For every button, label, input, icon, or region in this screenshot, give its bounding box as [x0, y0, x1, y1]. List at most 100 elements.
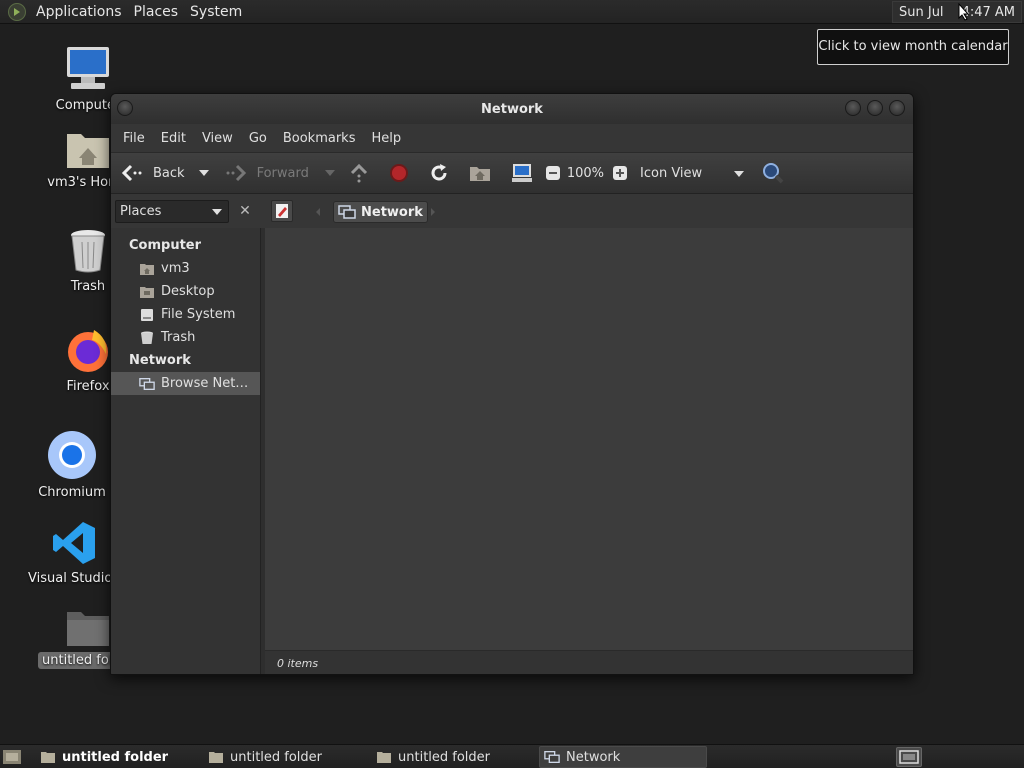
workspace-icon: [899, 750, 919, 764]
sidebar-item-desktop[interactable]: Desktop: [111, 280, 260, 303]
desktop-icon-label: Firefox: [66, 379, 110, 394]
menubar: File Edit View Go Bookmarks Help: [111, 124, 913, 152]
show-desktop-icon[interactable]: [2, 748, 22, 766]
home-folder-icon: [140, 263, 154, 275]
search-button[interactable]: [762, 162, 784, 184]
back-arrow-icon: [121, 164, 142, 182]
sidebar-heading-network: Network: [129, 353, 191, 368]
sidebar-type-select[interactable]: Places: [115, 200, 229, 223]
menu-go[interactable]: Go: [241, 131, 275, 146]
window-menu-button[interactable]: [117, 100, 133, 116]
chevron-down-icon: [734, 170, 745, 177]
toolbar: Back Forward 100% Icon View: [111, 152, 913, 194]
taskbar-item-label: untitled folder: [230, 749, 323, 765]
network-icon: [139, 377, 155, 390]
taskbar-item-label: Network: [566, 749, 621, 765]
up-arrow-icon: [350, 163, 367, 183]
zoom-out-button[interactable]: [545, 165, 561, 181]
pencil-icon: [276, 204, 288, 218]
computer-icon: [67, 47, 109, 89]
computer-icon: [511, 164, 532, 182]
places-menu[interactable]: Places: [130, 0, 187, 24]
menu-bookmarks[interactable]: Bookmarks: [275, 131, 364, 146]
path-button-network[interactable]: Network: [333, 201, 428, 223]
view-mode-select[interactable]: Icon View: [640, 165, 745, 181]
chromium-icon: [48, 431, 96, 479]
mouse-cursor-icon: [958, 3, 970, 21]
path-scroll-left-icon[interactable]: [316, 208, 320, 216]
desktop-icon-chromium[interactable]: Chromium: [22, 430, 122, 501]
taskbar-item[interactable]: untitled folder: [36, 746, 196, 768]
path-button-label: Network: [361, 204, 423, 220]
trash-icon: [141, 331, 153, 344]
taskbar-item[interactable]: untitled folder: [204, 746, 364, 768]
close-button[interactable]: [889, 100, 905, 116]
forward-arrow-icon: [226, 164, 246, 182]
chevron-down-icon: [324, 170, 335, 176]
sidebar-item-label: File System: [161, 307, 236, 322]
sidebar-item-label: Trash: [161, 330, 196, 345]
window-title: Network: [481, 101, 543, 117]
desktop-folder-icon: [140, 286, 154, 298]
desktop-icon-label: Trash: [70, 279, 106, 294]
home-button[interactable]: [469, 164, 491, 182]
drive-icon: [141, 308, 153, 321]
zoom-in-icon: [613, 166, 628, 180]
back-button[interactable]: Back: [121, 163, 185, 183]
path-scroll-right-icon[interactable]: [431, 208, 435, 216]
chevron-down-icon: [212, 209, 222, 215]
menu-edit[interactable]: Edit: [153, 131, 194, 146]
calendar-tooltip: Click to view month calendar: [817, 29, 1009, 65]
edit-location-button[interactable]: [271, 200, 293, 222]
sidebar-item-browse-network[interactable]: Browse Net…: [111, 372, 260, 395]
chevron-down-icon: [198, 170, 209, 176]
firefox-icon: [68, 330, 108, 372]
sidebar-item-file-system[interactable]: File System: [111, 303, 260, 326]
computer-button[interactable]: [511, 163, 533, 183]
folder-icon: [209, 752, 223, 763]
mate-logo-icon[interactable]: [8, 2, 26, 21]
maximize-button[interactable]: [867, 100, 883, 116]
menu-help[interactable]: Help: [363, 131, 409, 146]
search-icon: [763, 163, 784, 184]
places-sidebar: Computer vm3 Desktop File System Trash N…: [111, 228, 261, 674]
content-area: Computer vm3 Desktop File System Trash N…: [111, 228, 913, 674]
up-button[interactable]: [349, 163, 369, 183]
minimize-button[interactable]: [845, 100, 861, 116]
sidebar-item-label: Desktop: [161, 284, 215, 299]
back-history-dropdown[interactable]: [198, 170, 209, 176]
taskbar-item-active[interactable]: Network: [539, 746, 707, 768]
menu-view[interactable]: View: [194, 131, 241, 146]
network-icon: [544, 751, 560, 763]
zoom-level[interactable]: 100%: [567, 166, 604, 181]
network-icon: [338, 205, 356, 219]
bottom-panel: untitled folder untitled folder untitled…: [0, 744, 1024, 768]
forward-button[interactable]: Forward: [225, 163, 309, 183]
window-titlebar[interactable]: Network: [111, 94, 913, 124]
desktop-icon-vscode[interactable]: Visual Studio Code: [24, 520, 150, 587]
reload-icon: [431, 164, 447, 181]
stop-button[interactable]: [389, 163, 409, 183]
home-folder-icon: [67, 134, 109, 168]
sidebar-item-trash[interactable]: Trash: [111, 326, 260, 349]
back-label: Back: [153, 165, 185, 181]
desktop-icon-label: Chromium: [38, 485, 106, 500]
zoom-in-button[interactable]: [612, 165, 628, 181]
clock-applet[interactable]: Sun Jul 4:47 AM: [892, 1, 1022, 23]
close-sidebar-icon[interactable]: ✕: [235, 200, 255, 222]
file-view[interactable]: 0 items: [261, 228, 913, 674]
applications-menu[interactable]: Applications: [32, 0, 130, 24]
system-menu[interactable]: System: [186, 0, 250, 24]
taskbar-item-label: untitled folder: [398, 749, 491, 765]
trash-icon: [71, 230, 105, 273]
menu-file[interactable]: File: [115, 131, 153, 146]
view-mode-label: Icon View: [640, 165, 703, 181]
top-panel: Applications Places System Sun Jul 4:47 …: [0, 0, 1024, 24]
forward-history-dropdown[interactable]: [324, 170, 335, 176]
sidebar-item-vm3[interactable]: vm3: [111, 257, 260, 280]
reload-button[interactable]: [429, 163, 449, 183]
folder-icon: [41, 752, 55, 763]
taskbar-item[interactable]: untitled folder: [372, 746, 532, 768]
workspace-switcher[interactable]: [896, 747, 922, 767]
sidebar-type-label: Places: [120, 204, 162, 219]
